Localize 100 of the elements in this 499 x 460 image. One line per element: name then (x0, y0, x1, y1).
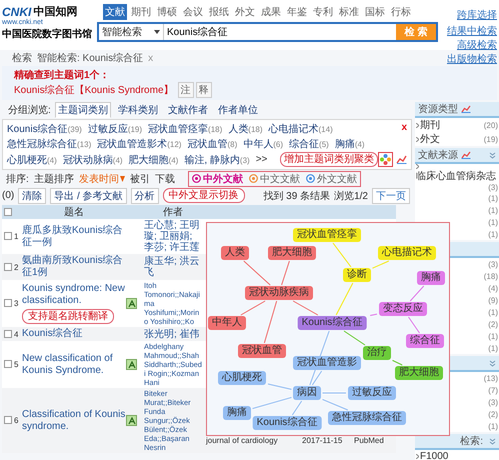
topic-node[interactable]: 胸痛 (223, 406, 251, 420)
search-mode-select[interactable]: 智能检索 (99, 24, 164, 40)
row-checkbox[interactable] (4, 416, 12, 424)
topic-node[interactable]: 治疗 (363, 346, 391, 360)
collapse-icon[interactable] (489, 152, 496, 158)
facet-link[interactable]: 人类(18) (228, 122, 263, 136)
facet-link[interactable]: 冠状血管造影术(12) (97, 137, 182, 151)
collapse-icon[interactable] (489, 360, 496, 366)
note-button[interactable]: 释 (196, 82, 212, 98)
sort-option[interactable]: 下载 (154, 172, 175, 186)
filter-link[interactable]: 期刊 (420, 118, 440, 132)
group-tab[interactable]: 文献作者 (164, 102, 211, 118)
topic-node[interactable]: 综合征 (406, 334, 444, 348)
facet-link[interactable]: 冠状血管(8) (187, 137, 238, 151)
nav-tab[interactable]: 报纸 (207, 4, 231, 20)
subject-term-link[interactable]: Kounis综合征【Kounis Syndrome】 (14, 83, 174, 97)
nav-tab[interactable]: 标准 (337, 4, 361, 20)
topic-node[interactable]: Kounis综合征 (252, 416, 322, 430)
row-checkbox[interactable] (4, 330, 12, 338)
language-option[interactable]: 中外文献 (192, 172, 243, 186)
facet-link[interactable]: 输注, 静脉内(3) (184, 152, 250, 166)
search-link[interactable]: 高级检索 (457, 38, 497, 52)
topic-node[interactable]: 心电描记术 (378, 246, 436, 260)
search-bar[interactable]: 智能检索 Kounis综合征 检 索 (97, 22, 438, 42)
topic-node[interactable]: 肥大细胞 (268, 246, 316, 260)
translate-button[interactable] (126, 359, 137, 370)
language-option[interactable]: 中文文献 (248, 172, 300, 186)
topic-node[interactable]: 病因 (293, 386, 321, 400)
note-button[interactable]: 注 (178, 82, 194, 98)
select-all-checkbox[interactable] (4, 208, 12, 216)
facet-link[interactable]: 综合征(5) (289, 137, 329, 151)
topic-node[interactable]: 冠状血管痉挛 (293, 228, 361, 242)
toolbar-button[interactable]: 分析 (130, 188, 159, 204)
article-title[interactable]: New classification of Kounis Syndrome. (22, 352, 126, 376)
language-option[interactable]: 外文文献 (306, 172, 357, 186)
breadcrumb-item[interactable]: 智能检索: Kounis综合征 (37, 51, 144, 65)
topic-node[interactable]: Kounis综合征 (298, 316, 366, 330)
topic-node[interactable]: 诊断 (343, 268, 371, 282)
row-checkbox[interactable] (4, 299, 12, 308)
search-link[interactable]: 出版物检索 (447, 52, 497, 66)
row-checkbox[interactable] (4, 262, 12, 271)
article-title[interactable]: 鹿瓜多肽致Kounis综合征一例 (22, 224, 126, 248)
facet-link[interactable]: 过敏反应(19) (88, 122, 142, 136)
article-title[interactable]: Kounis综合征 (22, 328, 83, 340)
facet-link[interactable]: 肥大细胞(4) (128, 152, 178, 166)
nav-tab[interactable]: 文献 (103, 4, 127, 20)
sort-option[interactable]: 被引 (130, 172, 150, 186)
sidebar-section-header[interactable]: 检索: (415, 434, 499, 450)
topic-node[interactable]: 冠状血管造影 (293, 356, 361, 370)
facet-link[interactable]: 胸痛(4) (334, 137, 365, 151)
article-title[interactable]: 氨曲南所致Kounis综合征1例 (22, 255, 126, 279)
article-title[interactable]: Classification of Kounis syndrome. (22, 408, 126, 432)
facet-link[interactable]: 心电描记术(14) (268, 122, 333, 136)
close-button[interactable]: x (401, 122, 407, 133)
topic-node[interactable]: 胸痛 (417, 271, 445, 285)
toolbar-button[interactable]: 导出 / 参考文献 (50, 188, 127, 204)
next-page-button[interactable]: 下一页 (372, 188, 410, 204)
row-checkbox[interactable] (4, 232, 12, 240)
column-header[interactable]: 作者 (163, 207, 183, 218)
nav-tab[interactable]: 外文 (233, 4, 257, 20)
topic-node[interactable]: 肥大细胞 (395, 366, 443, 380)
group-tab[interactable]: 主题词类别 (54, 102, 111, 118)
search-link[interactable]: 结果中检索 (447, 24, 497, 38)
sidebar-section-header[interactable]: 资源类型 (415, 102, 499, 118)
more-link[interactable]: >> (256, 154, 268, 165)
nav-tab[interactable]: 国标 (363, 4, 387, 20)
topic-node[interactable]: 变态反应 (379, 302, 427, 316)
nav-tab[interactable]: 博硕 (155, 4, 179, 20)
nav-tab[interactable]: 专利 (311, 4, 335, 20)
topic-node[interactable]: 心肌梗死 (218, 371, 266, 385)
cluster-button[interactable] (378, 152, 393, 167)
nav-tab[interactable]: 行标 (389, 4, 413, 20)
article-title[interactable]: Kounis syndrome: New classification. (22, 283, 126, 307)
facet-link[interactable]: 急性冠脉综合征(13) (7, 137, 92, 151)
column-header[interactable]: 题名 (64, 207, 84, 218)
topic-node[interactable]: 冠状动脉疾病 (245, 286, 313, 300)
facet-link[interactable]: Kounis综合征(39) (7, 122, 82, 136)
breadcrumb-item[interactable]: 检索 (12, 51, 32, 65)
nav-tab[interactable]: 期刊 (129, 4, 153, 20)
topic-node[interactable]: 过敏反应 (348, 386, 396, 400)
facet-link[interactable]: 冠状动脉病(4) (62, 152, 123, 166)
filter-link[interactable]: 外文 (420, 132, 440, 146)
topic-node[interactable]: 冠状血管 (238, 344, 286, 358)
facet-link[interactable]: 心肌梗死(4) (7, 152, 57, 166)
nav-tab[interactable]: 会议 (181, 4, 205, 20)
topic-node[interactable]: 人类 (221, 246, 249, 260)
topic-node[interactable]: 中年人 (208, 316, 246, 330)
filter-link[interactable]: 临床心血管病杂志 (416, 169, 496, 183)
toolbar-button[interactable]: 清除 (18, 188, 46, 204)
filter-link[interactable]: F1000 (420, 450, 448, 460)
chart-icon[interactable] (461, 105, 471, 113)
chart-icon[interactable] (461, 151, 471, 159)
row-checkbox[interactable] (4, 360, 12, 368)
collapse-icon[interactable] (489, 438, 496, 444)
group-tab[interactable]: 学科类别 (114, 102, 161, 118)
facet-link[interactable]: 中年人(6) (243, 137, 284, 151)
facet-link[interactable]: 冠状血管痉挛(18) (148, 122, 222, 136)
sort-option[interactable]: 主题排序 (34, 172, 74, 186)
topic-node[interactable]: 急性冠脉综合征 (328, 411, 406, 425)
nav-tab[interactable]: 年鉴 (285, 4, 309, 20)
